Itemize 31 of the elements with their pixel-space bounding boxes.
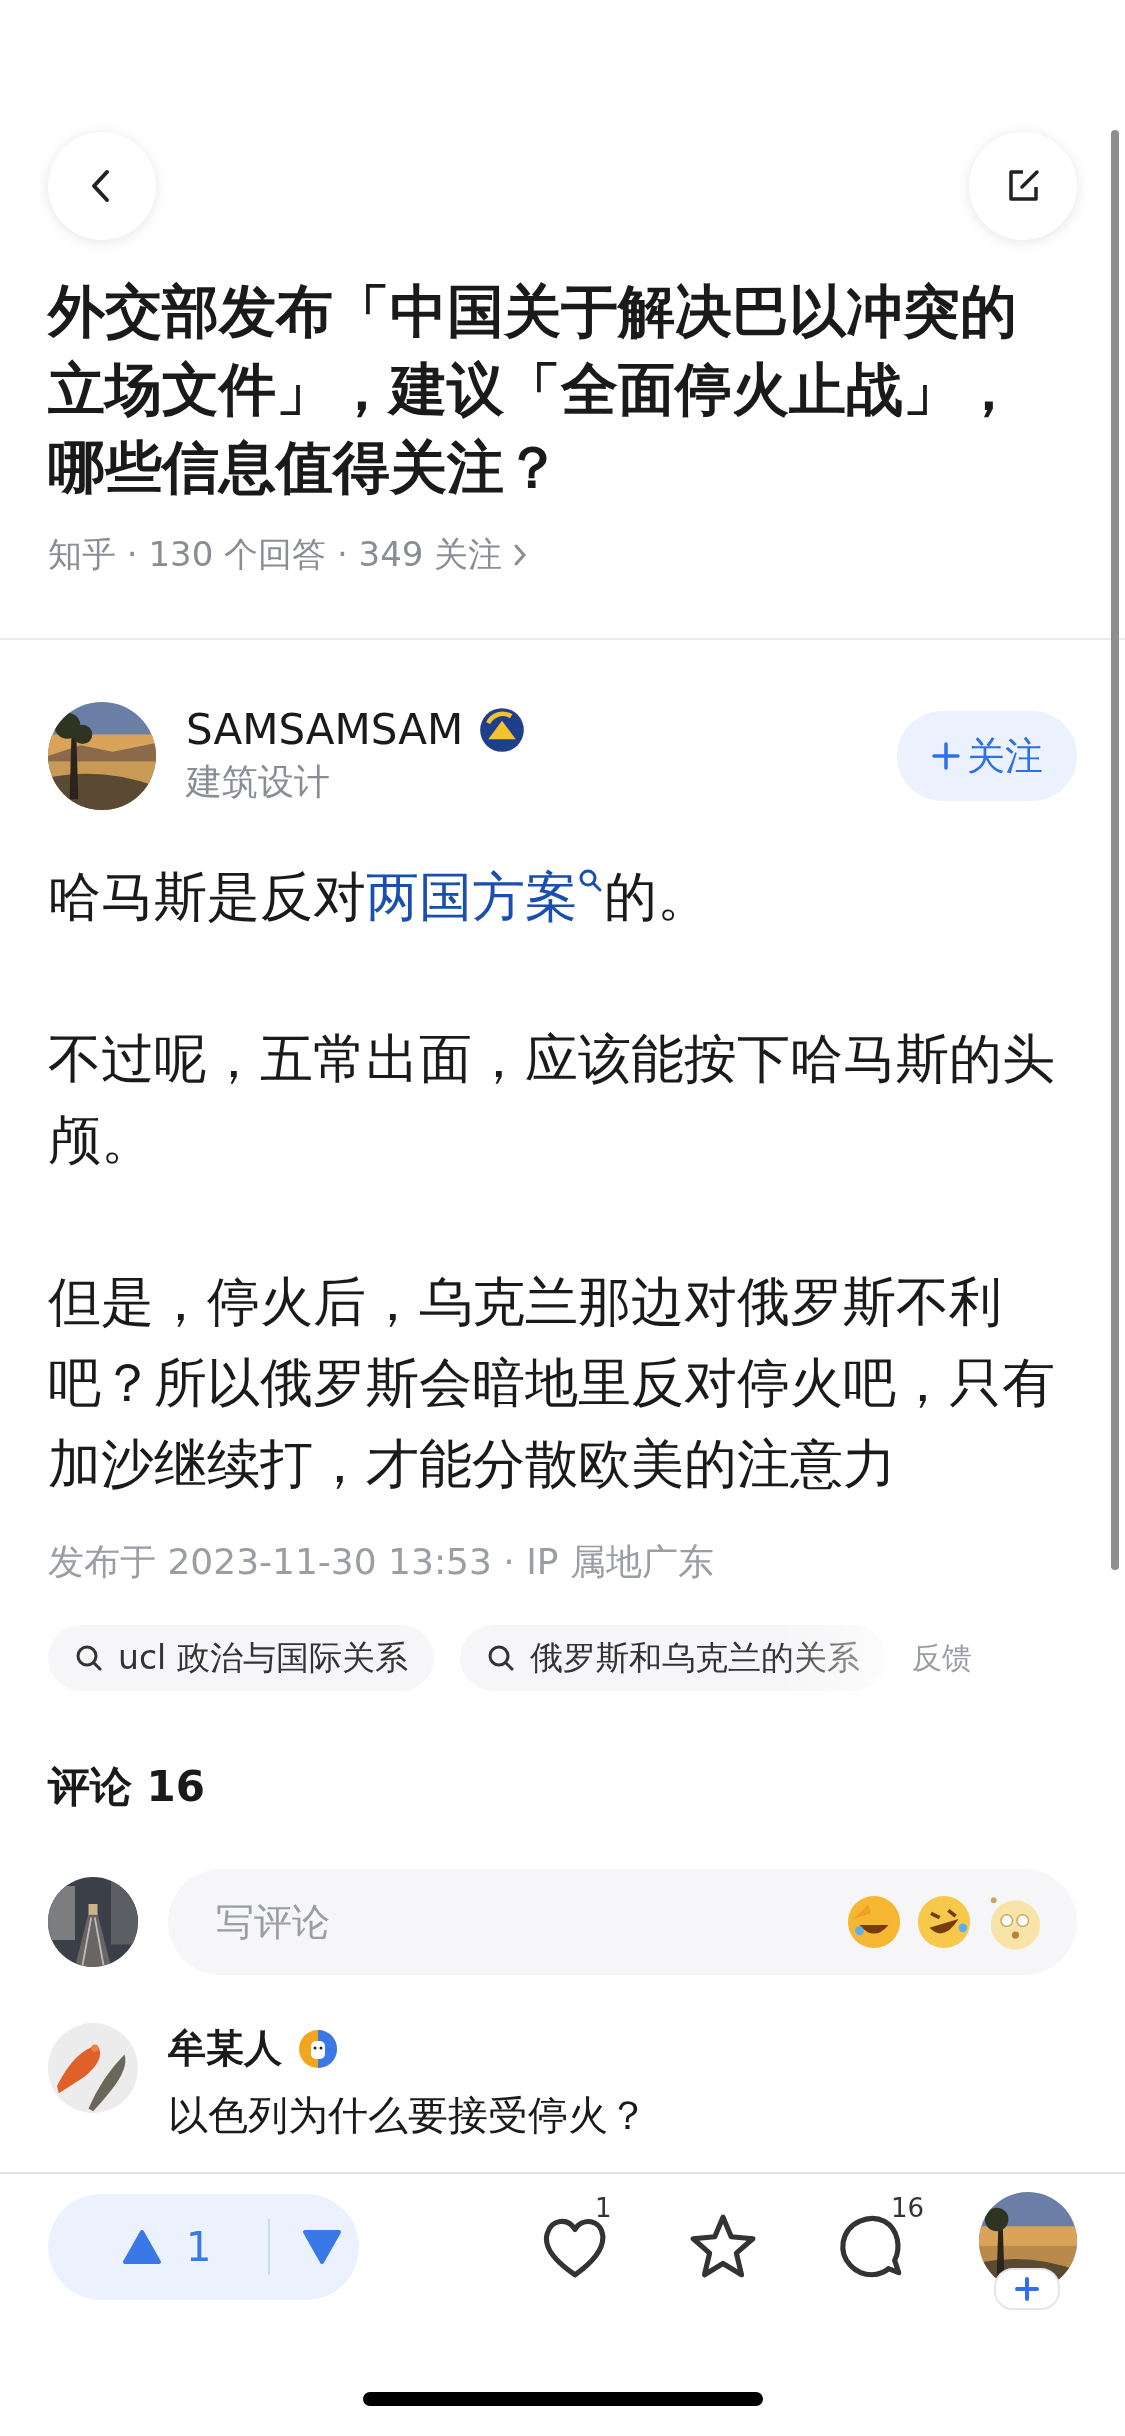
chevron-right-icon[interactable] — [512, 543, 529, 567]
mascot-badge-icon — [298, 2028, 338, 2069]
answer-paragraph: 不过呢，五常出面，应该能按下哈马斯的头颅。 — [48, 1027, 1056, 1172]
search-tag[interactable]: ucl 政治与国际关系 — [48, 1625, 434, 1691]
add-button[interactable] — [994, 2268, 1060, 2310]
comments-heading: 评论 16 — [46, 1761, 207, 1813]
comment-text: 以色列为什么要接受停火？ — [168, 2091, 648, 2140]
commenter-name[interactable]: 牟某人 — [168, 2023, 282, 2074]
like-count: 1 — [595, 2193, 612, 2223]
search-icon[interactable] — [578, 868, 604, 894]
plus-icon[interactable] — [931, 741, 961, 771]
comment-count: 16 — [891, 2193, 925, 2223]
keyword-link[interactable]: 两国方案 — [366, 866, 604, 927]
upvote-button[interactable]: 1 — [48, 2224, 268, 2270]
grinning-emoji-icon[interactable] — [915, 1893, 973, 1951]
author-bio: 建筑设计 — [186, 760, 331, 804]
question-title: 外交部发布「中国关于解决巴以冲突的立场文件」，建议「全面停火止战」，哪些信息值得关注？ — [46, 277, 1018, 502]
laughing-emoji-icon[interactable] — [845, 1893, 903, 1951]
author-name[interactable]: SAMSAMSAM — [186, 705, 464, 754]
search-tag[interactable]: 俄罗斯和乌克兰的关系 — [459, 1625, 886, 1691]
mountain-badge-icon — [479, 706, 526, 753]
publish-info: 发布于 2023-11-30 13:53 · IP 属地广东 — [47, 1540, 715, 1584]
downvote-icon[interactable] — [302, 2229, 342, 2265]
comment-input[interactable]: 写评论 — [214, 1899, 833, 1945]
up-triangle-icon[interactable] — [122, 2229, 162, 2265]
answer-paragraph: 但是，停火后，乌克兰那边对俄罗斯不利吧？所以俄罗斯会暗地里反对停火吧，只有加沙继续打，才能分散欧美的注意力 — [48, 1270, 1056, 1496]
answer-paragraph: 哈马斯是反对两国方案 的。 — [48, 865, 711, 929]
plus-icon[interactable] — [1014, 2276, 1040, 2302]
follow-button[interactable]: 关注 — [897, 711, 1077, 801]
comment-field[interactable]: 写评论 — [168, 1869, 1077, 1975]
search-icon[interactable] — [74, 1643, 104, 1673]
